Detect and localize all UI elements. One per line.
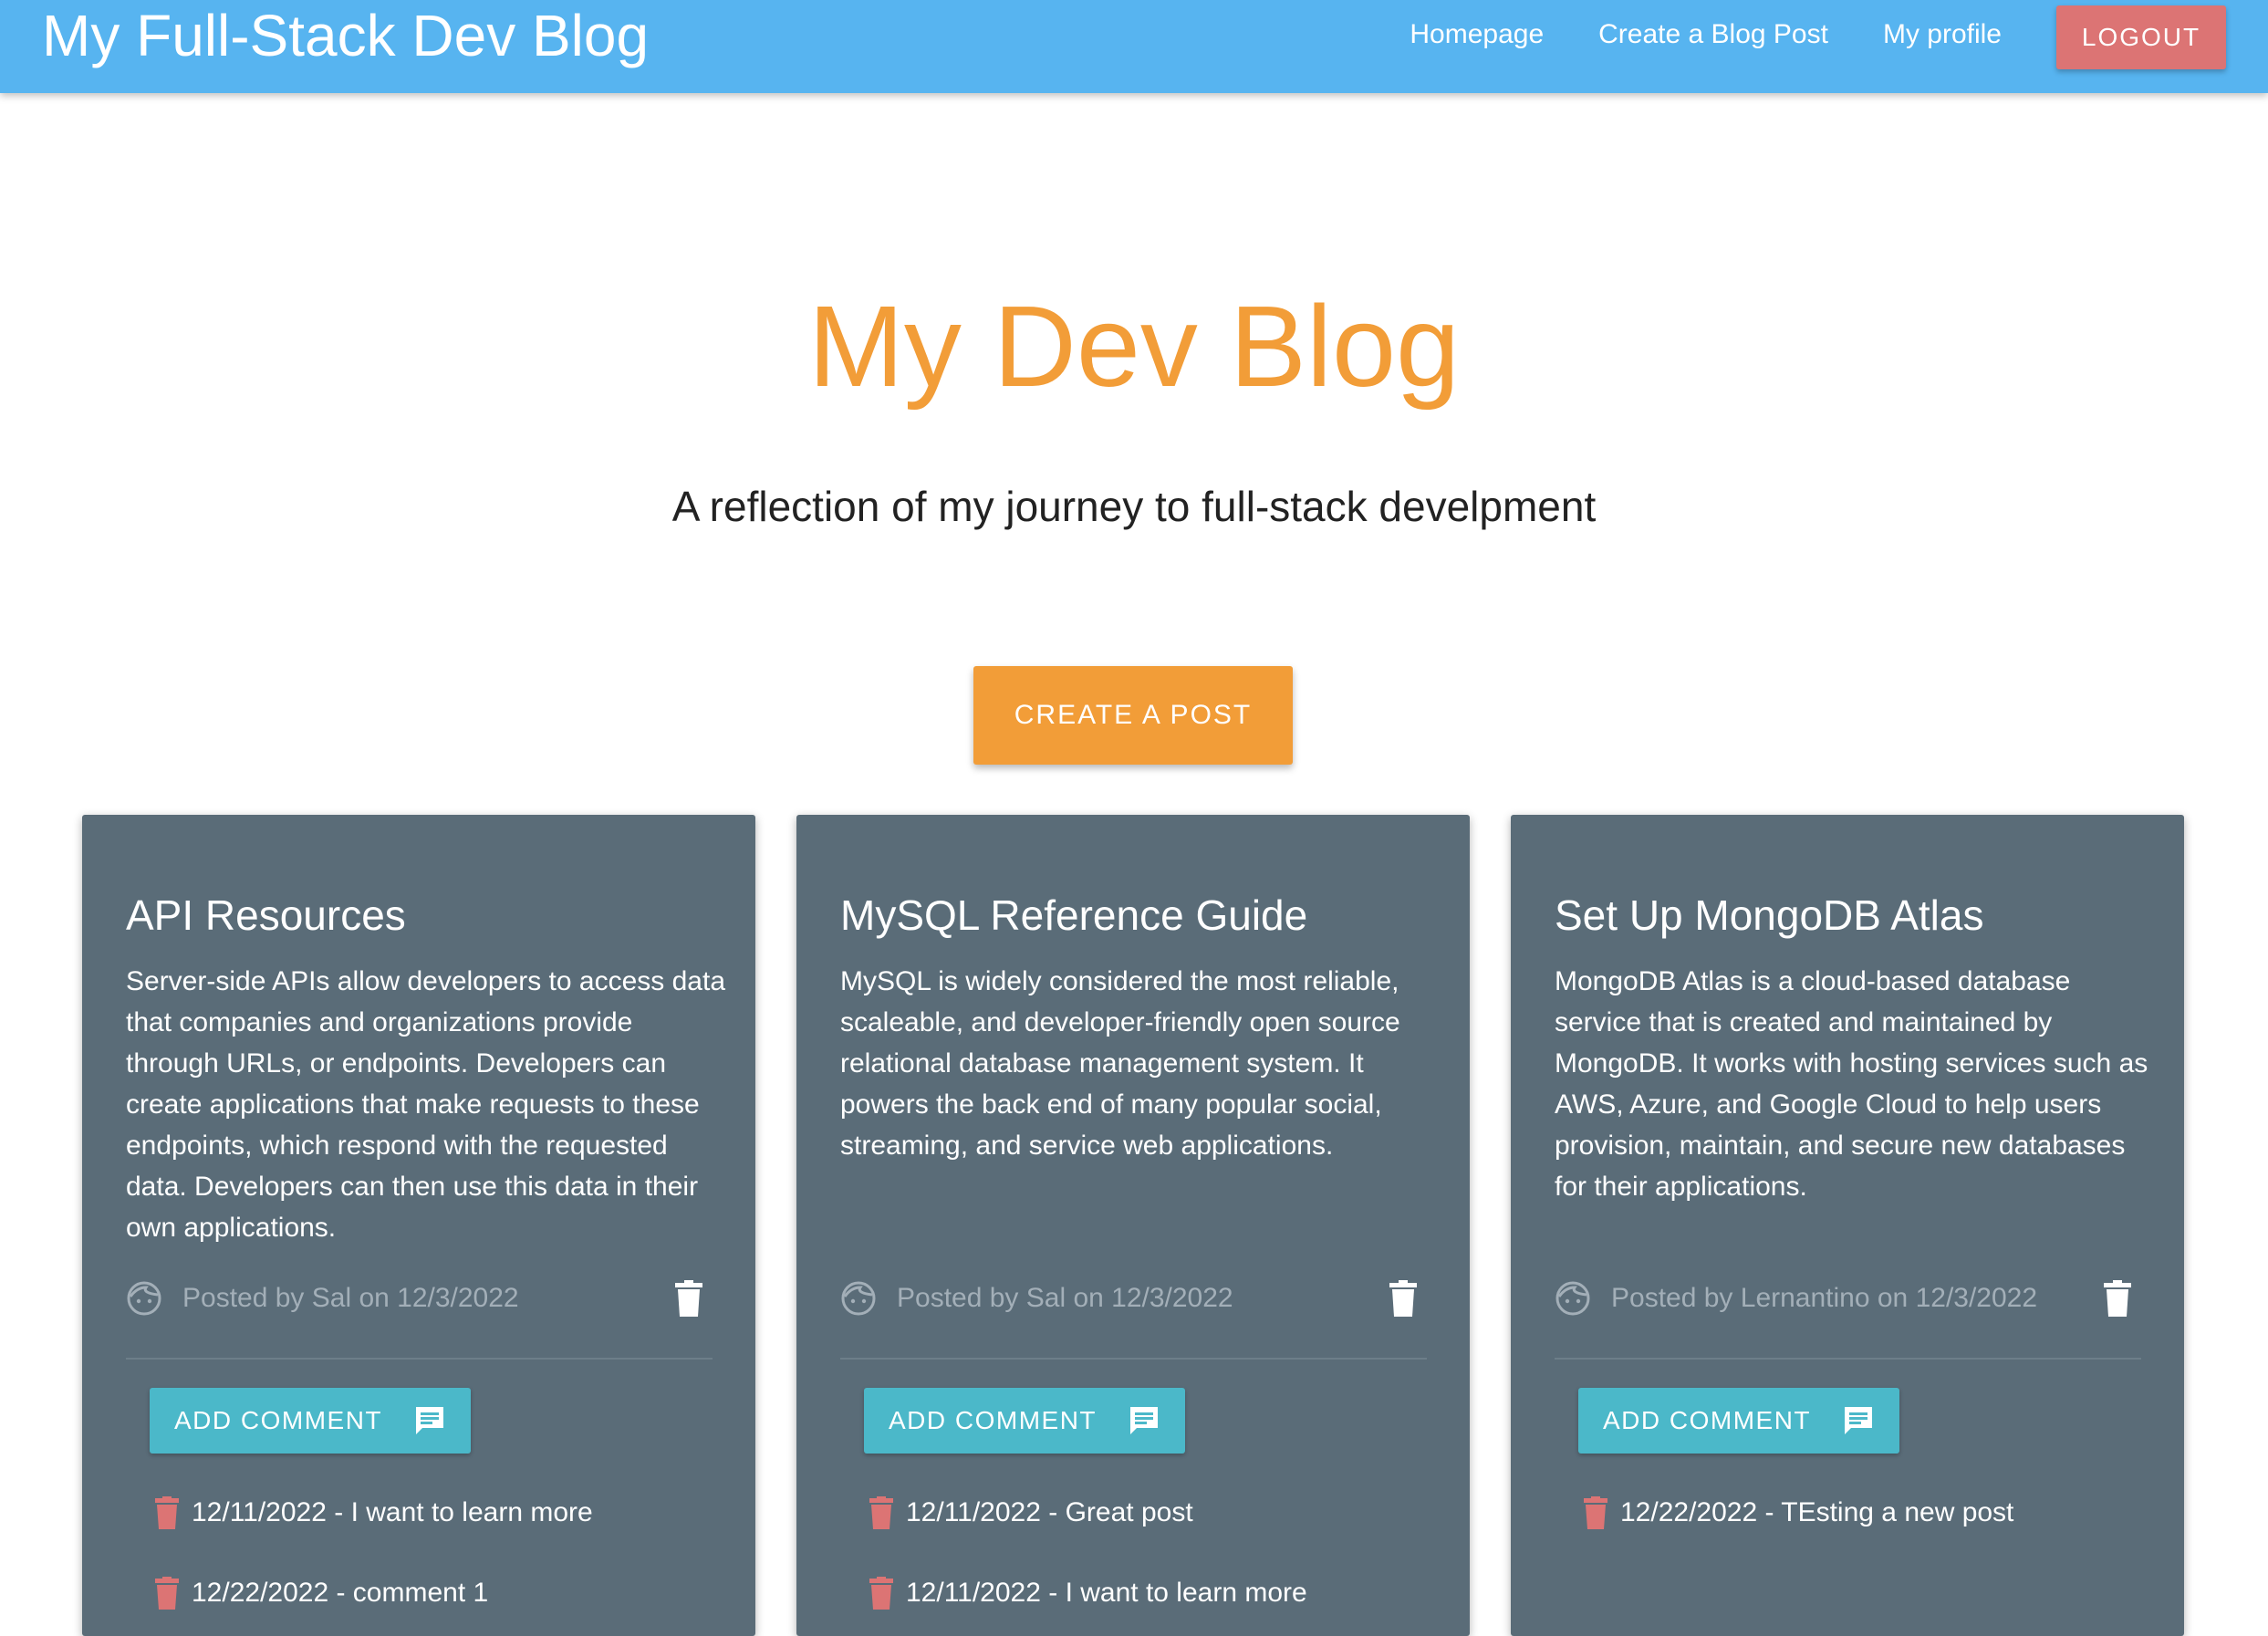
logout-button[interactable]: LOGOUT <box>2056 5 2226 69</box>
delete-comment-trash-icon[interactable] <box>869 1577 893 1610</box>
comment-icon <box>416 1407 444 1434</box>
post-body: Server-side APIs allow developers to acc… <box>126 966 725 1243</box>
post-card: API Resources Server-side APIs allow dev… <box>82 815 755 1636</box>
comment-icon <box>1130 1407 1159 1434</box>
navbar: My Full-Stack Dev Blog Homepage Create a… <box>0 0 2268 93</box>
nav-link-my-profile[interactable]: My profile <box>1883 21 2002 48</box>
delete-comment-trash-icon[interactable] <box>1584 1496 1607 1529</box>
delete-comment-trash-icon[interactable] <box>155 1577 179 1610</box>
comment-item: 12/11/2022 - Great post <box>869 1490 1193 1536</box>
page-title: My Dev Blog <box>807 282 1461 411</box>
nav-link-homepage[interactable]: Homepage <box>1410 21 1544 48</box>
comment-item: 12/22/2022 - comment 1 <box>155 1570 488 1616</box>
comment-item: 12/11/2022 - I want to learn more <box>155 1490 593 1536</box>
add-comment-label: ADD COMMENT <box>173 1406 383 1434</box>
add-comment-label: ADD COMMENT <box>888 1406 1098 1434</box>
add-comment-label: ADD COMMENT <box>1602 1406 1812 1434</box>
delete-post-trash-icon[interactable] <box>1389 1280 1418 1317</box>
post-meta: Posted by Lernantino on 12/3/2022 <box>1555 1276 2141 1321</box>
comment-text: 12/11/2022 - Great post <box>906 1497 1193 1527</box>
face-icon <box>841 1281 876 1316</box>
comment-text: 12/11/2022 - I want to learn more <box>906 1578 1307 1608</box>
page-subtitle: A reflection of my journey to full-stack… <box>671 483 1597 530</box>
divider <box>126 1358 713 1360</box>
face-icon <box>1555 1281 1590 1316</box>
delete-comment-trash-icon[interactable] <box>155 1496 179 1529</box>
nav-link-create-post[interactable]: Create a Blog Post <box>1598 21 1828 48</box>
comment-text: 12/22/2022 - comment 1 <box>192 1578 489 1608</box>
comment-text: 12/11/2022 - I want to learn more <box>192 1497 593 1527</box>
delete-post-trash-icon[interactable] <box>674 1280 703 1317</box>
divider <box>840 1358 1427 1360</box>
comment-item: 12/22/2022 - TEsting a new post <box>1584 1490 2013 1536</box>
comment-icon <box>1845 1407 1873 1434</box>
divider <box>1555 1358 2141 1360</box>
delete-post-trash-icon[interactable] <box>2103 1280 2132 1317</box>
create-post-button[interactable]: CREATE A POST <box>973 666 1293 765</box>
add-comment-button[interactable]: ADD COMMENT <box>1578 1388 1899 1454</box>
post-card: MySQL Reference Guide MySQL is widely co… <box>796 815 1470 1636</box>
nav-links: Homepage Create a Blog Post My profile L… <box>1410 0 2226 69</box>
comment-item: 12/11/2022 - I want to learn more <box>869 1570 1307 1616</box>
post-title: MySQL Reference Guide <box>840 891 1308 939</box>
site-brand[interactable]: My Full-Stack Dev Blog <box>42 2 649 69</box>
post-author-date: Posted by Sal on 12/3/2022 <box>897 1283 1233 1313</box>
comment-text: 12/22/2022 - TEsting a new post <box>1620 1497 2014 1527</box>
post-body: MySQL is widely considered the most reli… <box>840 966 1400 1161</box>
post-card: Set Up MongoDB Atlas MongoDB Atlas is a … <box>1511 815 2184 1636</box>
add-comment-button[interactable]: ADD COMMENT <box>150 1388 471 1454</box>
delete-comment-trash-icon[interactable] <box>869 1496 893 1529</box>
post-title: Set Up MongoDB Atlas <box>1555 891 1984 939</box>
post-title: API Resources <box>126 891 406 939</box>
post-author-date: Posted by Lernantino on 12/3/2022 <box>1611 1283 2038 1313</box>
post-body: MongoDB Atlas is a cloud-based database … <box>1555 966 2148 1202</box>
post-author-date: Posted by Sal on 12/3/2022 <box>182 1283 519 1313</box>
face-icon <box>127 1281 161 1316</box>
add-comment-button[interactable]: ADD COMMENT <box>864 1388 1185 1454</box>
post-meta: Posted by Sal on 12/3/2022 <box>126 1276 713 1321</box>
post-meta: Posted by Sal on 12/3/2022 <box>840 1276 1427 1321</box>
